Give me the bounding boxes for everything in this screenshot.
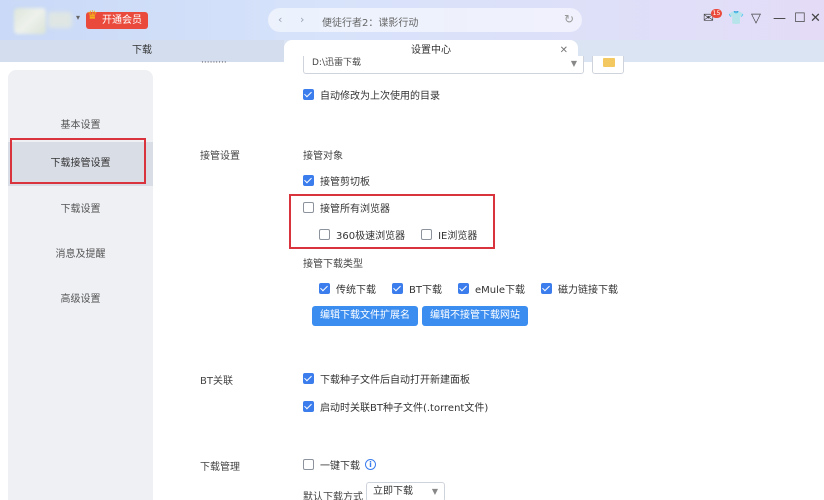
- option-label: eMule下载: [474, 285, 526, 296]
- download-path-select[interactable]: D:\迅雷下载 ▼: [303, 56, 584, 74]
- checkbox-checked[interactable]: [457, 283, 469, 294]
- option-label: 接管剪切板: [320, 177, 370, 188]
- section-label-bt: BT关联: [200, 376, 233, 387]
- close-icon[interactable]: ✕: [810, 11, 821, 26]
- one-click-download-option[interactable]: 一键下载 i: [303, 457, 376, 472]
- checkbox-checked[interactable]: [303, 89, 314, 100]
- skin-icon[interactable]: 👕: [728, 11, 744, 26]
- cut-off-label: ·········: [201, 58, 227, 68]
- section-label-manage: 下载管理: [200, 462, 240, 473]
- tab-download[interactable]: 下载: [0, 40, 284, 62]
- title-bar: ▾ ♛ 开通会员 ‹ › 便徒行者2：谍影行动 ↻ ✉ 15 👕 ▽ — ☐ ✕: [0, 0, 824, 40]
- info-icon[interactable]: i: [365, 459, 376, 470]
- checkbox-checked[interactable]: [303, 373, 314, 384]
- address-bar[interactable]: ‹ › 便徒行者2：谍影行动 ↻: [268, 8, 582, 32]
- sidebar-item-label: 消息及提醒: [55, 249, 106, 260]
- type-option-bt[interactable]: BT下载: [392, 281, 442, 296]
- edit-extensions-button[interactable]: 编辑下载文件扩展名: [312, 306, 418, 326]
- vip-label: 开通会员: [102, 15, 142, 26]
- clipboard-option[interactable]: 接管剪切板: [303, 173, 370, 188]
- type-option-traditional[interactable]: 传统下载: [319, 281, 376, 296]
- tab-label: 下载: [132, 45, 152, 56]
- crown-icon: ♛: [87, 8, 98, 22]
- chevron-down-icon: ▼: [570, 59, 577, 68]
- settings-sidebar: 基本设置 下载接管设置 下载设置 消息及提醒 高级设置: [8, 70, 153, 500]
- option-label: 传统下载: [336, 285, 376, 296]
- checkbox-checked[interactable]: [303, 401, 314, 412]
- default-mode-value: 立即下载: [373, 486, 413, 497]
- download-path-value: D:\迅雷下载: [312, 58, 361, 68]
- type-option-magnet[interactable]: 磁力链接下载: [541, 281, 618, 296]
- default-mode-label: 默认下载方式: [303, 492, 363, 500]
- sidebar-item-label: 高级设置: [60, 294, 101, 305]
- type-option-emule[interactable]: eMule下载: [457, 281, 526, 296]
- folder-icon: [603, 58, 615, 67]
- address-title: 便徒行者2：谍影行动: [322, 18, 419, 29]
- highlight-box-sidebar: [10, 138, 146, 184]
- username[interactable]: [48, 12, 72, 28]
- minimize-icon[interactable]: —: [773, 11, 786, 26]
- avatar[interactable]: [14, 8, 46, 34]
- takeover-type-label: 接管下载类型: [303, 259, 363, 270]
- vip-button[interactable]: ♛ 开通会员: [86, 8, 148, 29]
- settings-main: ········· D:\迅雷下载 ▼ 自动修改为上次使用的目录 接管设置 接管…: [153, 56, 824, 500]
- sidebar-item-advanced[interactable]: 高级设置: [8, 278, 153, 322]
- sidebar-item-label: 下载设置: [60, 204, 101, 215]
- sidebar-item-messages[interactable]: 消息及提醒: [8, 233, 153, 277]
- option-label: 启动时关联BT种子文件(.torrent文件): [320, 403, 489, 414]
- takeover-type-options: 传统下载 BT下载 eMule下载 磁力链接下载: [319, 281, 634, 296]
- browse-folder-button[interactable]: [592, 56, 624, 74]
- sidebar-item-label: 基本设置: [60, 120, 101, 131]
- option-label: 一键下载: [320, 461, 360, 472]
- option-label: 自动修改为上次使用的目录: [320, 91, 440, 102]
- option-label: 磁力链接下载: [558, 285, 619, 296]
- checkbox-checked[interactable]: [303, 175, 314, 186]
- sidebar-item-download[interactable]: 下载设置: [8, 188, 153, 232]
- settings-content: 基本设置 下载接管设置 下载设置 消息及提醒 高级设置 ········· D:…: [0, 56, 824, 500]
- checkbox-unchecked[interactable]: [303, 459, 314, 470]
- chevron-down-icon: ▼: [431, 487, 438, 496]
- section-label-takeover: 接管设置: [200, 151, 240, 162]
- back-icon[interactable]: ‹: [278, 13, 282, 26]
- checkbox-checked[interactable]: [392, 283, 403, 294]
- option-label: 下载种子文件后自动打开新建面板: [320, 375, 470, 386]
- checkbox-checked[interactable]: [541, 283, 553, 294]
- takeover-target-label: 接管对象: [303, 151, 343, 162]
- checkbox-checked[interactable]: [319, 283, 330, 294]
- option-label: BT下载: [409, 285, 442, 296]
- account-dropdown-icon[interactable]: ▾: [76, 13, 80, 22]
- forward-icon[interactable]: ›: [300, 13, 304, 26]
- refresh-icon[interactable]: ↻: [564, 12, 574, 26]
- auto-change-dir-option[interactable]: 自动修改为上次使用的目录: [303, 87, 440, 102]
- bt-associate-option[interactable]: 启动时关联BT种子文件(.torrent文件): [303, 399, 488, 414]
- bt-open-panel-option[interactable]: 下载种子文件后自动打开新建面板: [303, 371, 470, 386]
- edit-excluded-sites-button[interactable]: 编辑不接管下载网站: [422, 306, 528, 326]
- default-mode-select[interactable]: 立即下载 ▼: [366, 482, 445, 500]
- maximize-icon[interactable]: ☐: [794, 11, 806, 26]
- tab-label: 设置中心: [411, 45, 451, 56]
- menu-icon[interactable]: ▽: [751, 11, 761, 26]
- highlight-box-browsers: [289, 194, 495, 249]
- notification-badge: 15: [711, 9, 722, 18]
